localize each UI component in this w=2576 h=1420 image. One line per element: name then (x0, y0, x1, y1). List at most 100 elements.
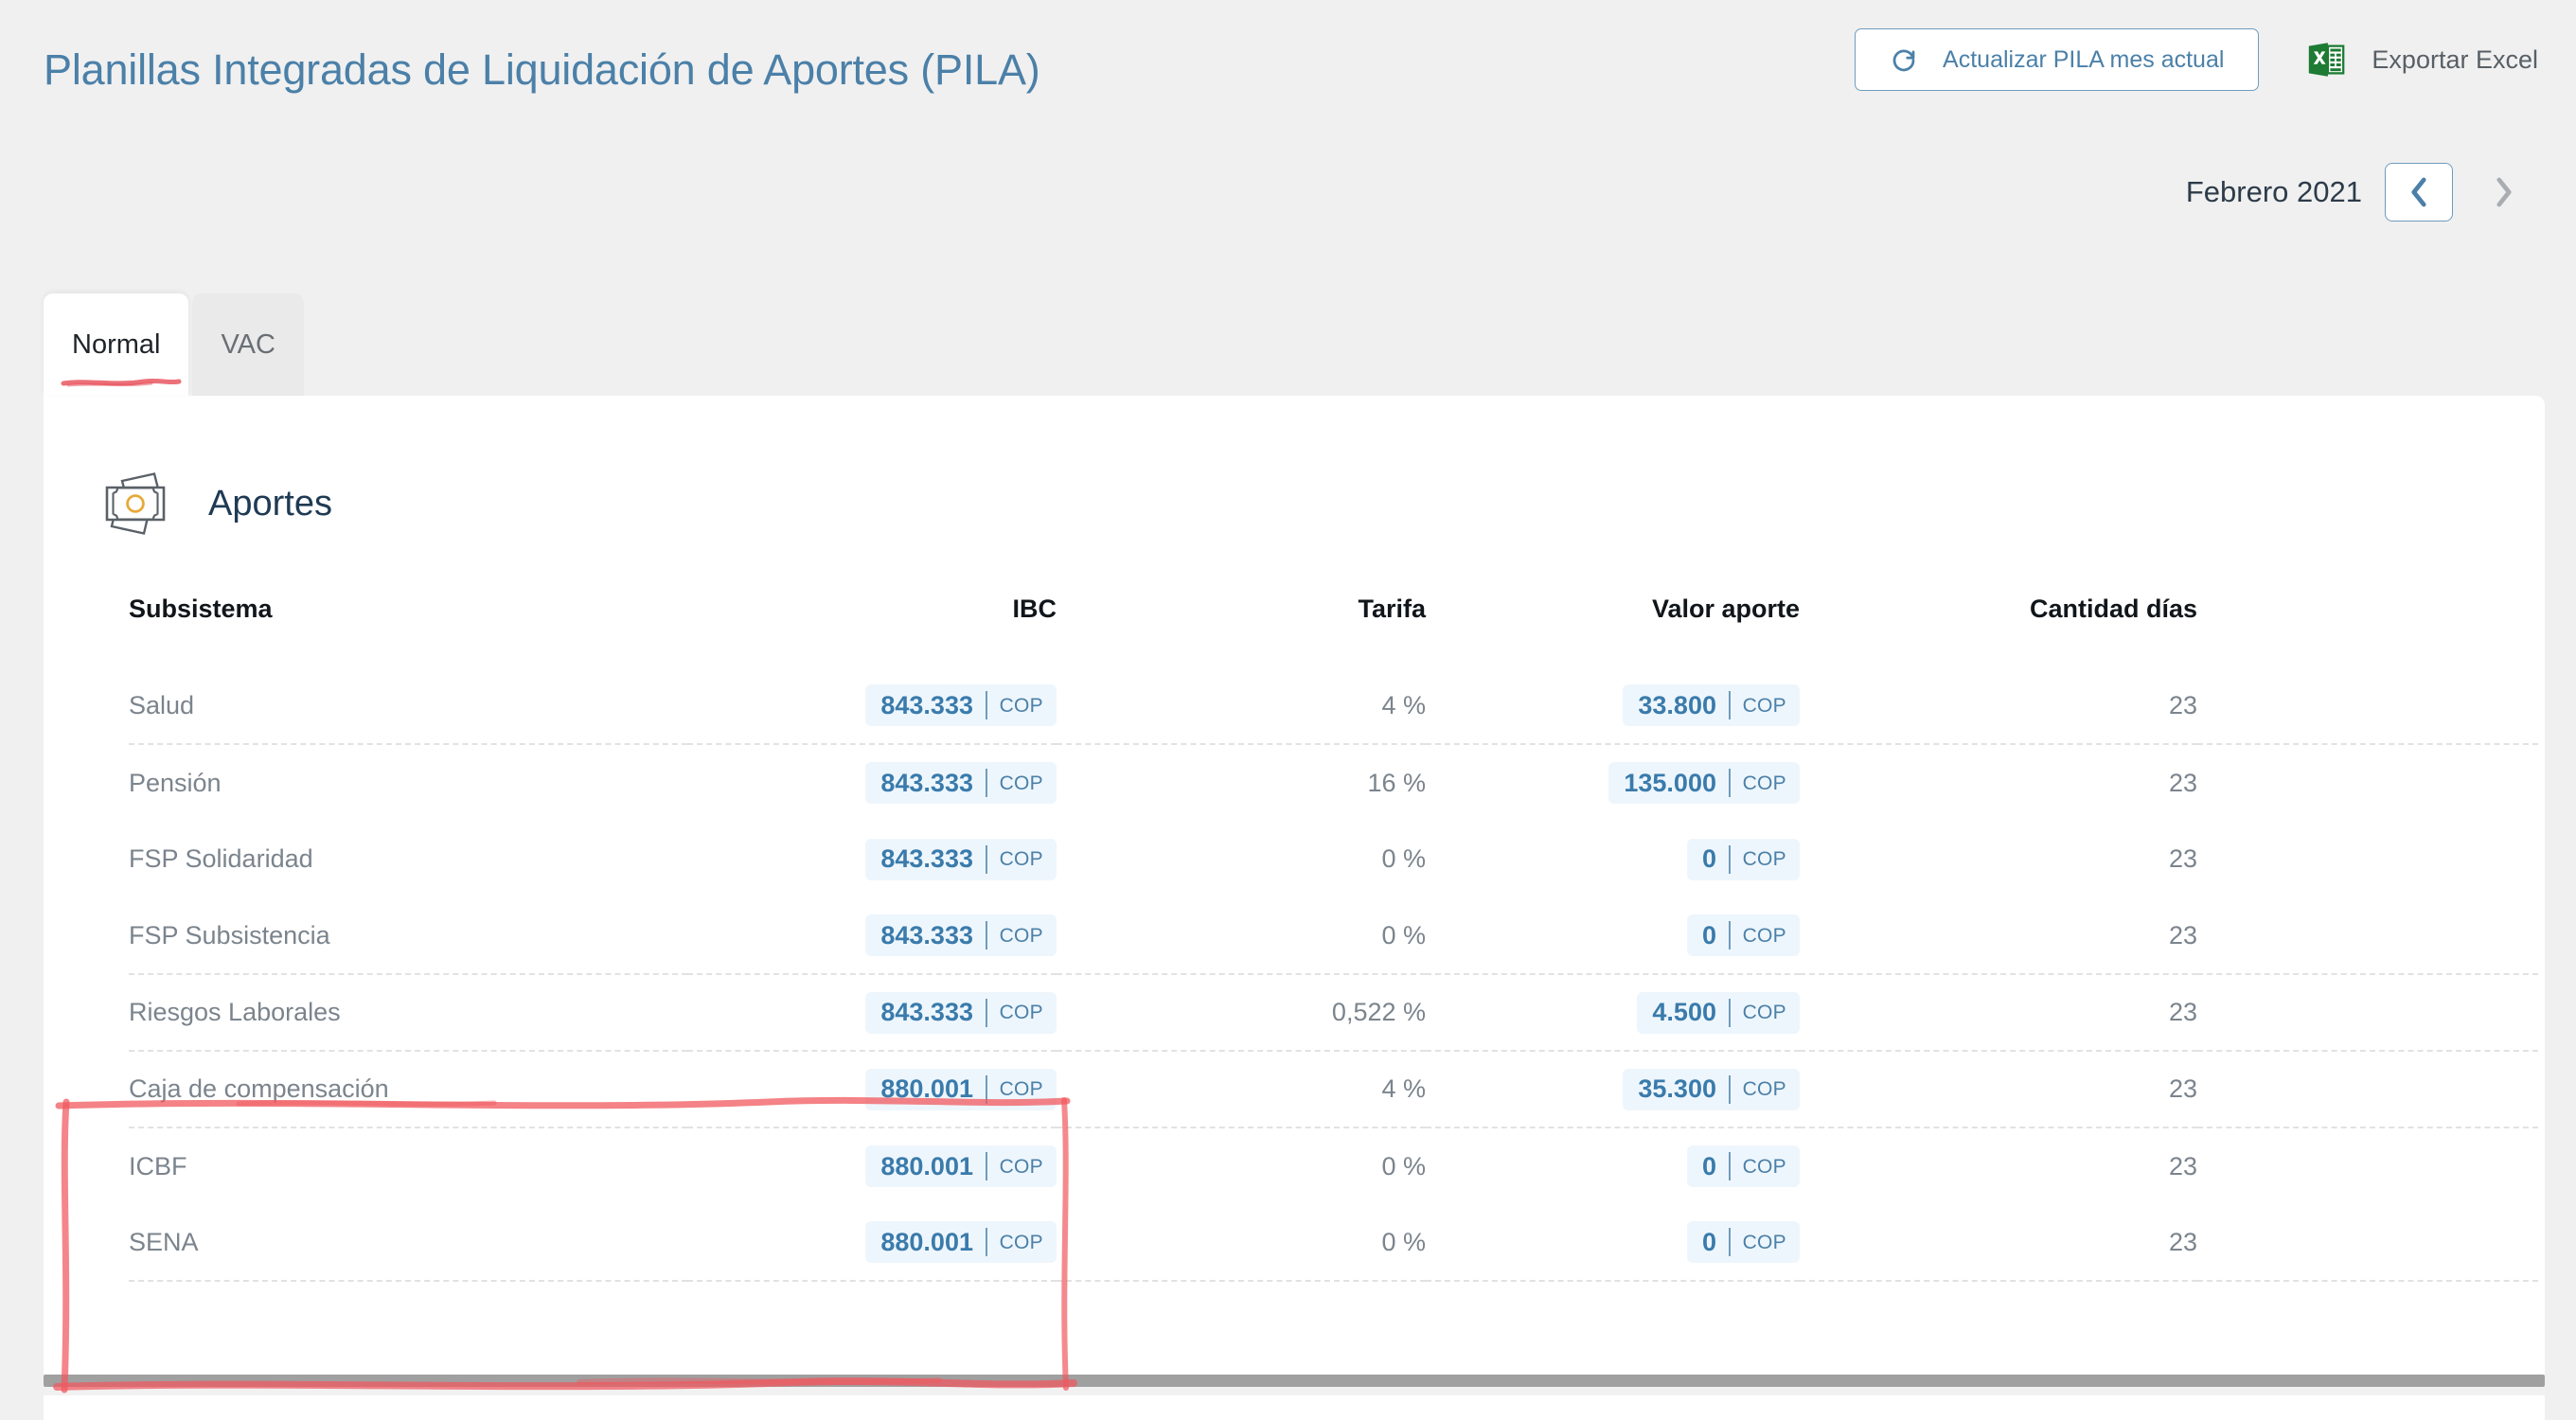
cell-ibc: 843.333 COP (687, 897, 1057, 975)
cell-ibc: 843.333 COP (687, 974, 1057, 1052)
table-body: Salud 843.333 COP 4 % 33.800 COP 23 Pensión 843.… (129, 667, 2538, 1282)
cell-cantidad-dias: 23 (1800, 897, 2197, 975)
cell-cantidad-dias: 23 (1800, 974, 2197, 1052)
badge-amount: 0 (1701, 1151, 1716, 1180)
cell-valor-aporte: 0 COP (1426, 1127, 1800, 1204)
tab-normal-label: Normal (72, 328, 161, 360)
badge-currency: COP (1742, 1002, 1786, 1023)
currency-badge: 880.001 COP (865, 1221, 1057, 1263)
badge-currency: COP (999, 772, 1043, 794)
table-row: FSP Subsistencia 843.333 COP 0 % 0 COP 23 (129, 897, 2538, 975)
badge-currency: COP (999, 1078, 1043, 1100)
badge-currency: COP (1742, 1078, 1786, 1100)
horizontal-scrollbar-thumb[interactable] (44, 1375, 2545, 1387)
horizontal-scrollbar[interactable] (44, 1375, 2545, 1395)
refresh-pila-label: Actualizar PILA mes actual (1943, 45, 2225, 73)
badge-amount: 843.333 (880, 768, 973, 797)
chevron-right-icon (2494, 176, 2514, 208)
currency-badge: 843.333 COP (865, 684, 1057, 726)
cell-subsistema: Riesgos Laborales (129, 974, 687, 1052)
month-navigation: Febrero 2021 (2186, 163, 2538, 222)
cell-ibc: 843.333 COP (687, 744, 1057, 821)
badge-currency: COP (999, 924, 1043, 947)
excel-icon (2304, 38, 2348, 81)
cell-subsistema: SENA (129, 1204, 687, 1282)
cell-tarifa: 16 % (1367, 768, 1426, 797)
table-row: Salud 843.333 COP 4 % 33.800 COP 23 (129, 667, 2538, 745)
table-row: Caja de compensación 880.001 COP 4 % 35.300 C… (129, 1051, 2538, 1128)
cell-tarifa: 0,522 % (1057, 974, 1426, 1052)
column-header-cantidad-dias: Cantidad días (2029, 595, 2197, 623)
cell-tarifa: 0 % (1381, 1151, 1426, 1180)
tab-bar: Normal VAC (44, 293, 304, 396)
cell-cantidad-dias: 23 (2168, 768, 2197, 797)
tab-normal[interactable]: Normal (44, 293, 189, 396)
tab-vac[interactable]: VAC (192, 293, 304, 396)
badge-amount: 4.500 (1652, 998, 1716, 1026)
badge-currency: COP (999, 694, 1043, 717)
tab-vac-label: VAC (221, 328, 275, 360)
currency-badge: 135.000 COP (1608, 762, 1800, 804)
cell-tarifa: 0 % (1057, 1204, 1426, 1282)
cell-tarifa: 4 % (1057, 1051, 1426, 1128)
currency-badge: 0 COP (1686, 838, 1800, 880)
previous-month-button[interactable] (2385, 163, 2453, 222)
badge-currency: COP (1742, 772, 1786, 794)
table-row: ICBF 880.001 COP 0 % 0 COP 23 (129, 1127, 2538, 1204)
badge-currency: COP (1742, 848, 1786, 870)
table-header-row: Subsistema IBC Tarifa Valor aporte Canti… (129, 595, 2538, 667)
currency-badge: 0 COP (1686, 1221, 1800, 1263)
badge-amount: 135.000 (1624, 768, 1716, 797)
aportes-table: Subsistema IBC Tarifa Valor aporte Canti… (129, 595, 2538, 1282)
refresh-pila-button[interactable]: Actualizar PILA mes actual (1855, 28, 2260, 91)
cell-cantidad-dias: 23 (2168, 844, 2197, 873)
section-title: Aportes (208, 483, 332, 524)
cell-cantidad-dias: 23 (1800, 667, 2197, 745)
currency-badge: 843.333 COP (865, 914, 1057, 956)
header-actions: Actualizar PILA mes actual Exportar Exce… (1855, 28, 2538, 91)
cell-tarifa: 4 % (1057, 667, 1426, 745)
export-excel-button[interactable]: Exportar Excel (2304, 38, 2538, 81)
badge-amount: 880.001 (880, 1227, 973, 1256)
cell-spacer (2197, 1127, 2538, 1204)
badge-amount: 0 (1701, 1227, 1716, 1256)
badge-amount: 33.800 (1638, 690, 1716, 719)
aportes-card: Aportes Subsistema IBC Tarifa Valor apor… (44, 396, 2545, 1420)
money-bill-icon (100, 471, 170, 536)
currency-badge: 0 COP (1686, 1145, 1800, 1187)
cell-valor-aporte: 135.000 COP (1426, 744, 1800, 821)
table-row: Riesgos Laborales 843.333 COP 0,522 % 4.500 C… (129, 974, 2538, 1052)
next-month-button[interactable] (2470, 163, 2538, 222)
cell-tarifa: 0 % (1057, 897, 1426, 975)
badge-amount: 843.333 (880, 690, 973, 719)
cell-valor-aporte: 0 COP (1426, 1204, 1800, 1282)
cell-subsistema: FSP Subsistencia (129, 897, 687, 975)
cell-spacer (2197, 1204, 2538, 1282)
current-month-label: Febrero 2021 (2185, 175, 2362, 208)
currency-badge: 843.333 COP (865, 762, 1057, 804)
badge-currency: COP (999, 848, 1043, 870)
currency-badge: 880.001 COP (865, 1068, 1057, 1110)
cell-ibc: 880.001 COP (687, 1127, 1057, 1204)
cell-subsistema: FSP Solidaridad (129, 844, 313, 873)
cell-ibc: 843.333 COP (687, 821, 1057, 897)
badge-amount: 0 (1701, 844, 1716, 873)
cell-tarifa: 0 % (1381, 844, 1426, 873)
cell-spacer (2197, 897, 2538, 975)
cell-subsistema: ICBF (129, 1151, 187, 1180)
currency-badge: 4.500 COP (1637, 991, 1800, 1034)
badge-currency: COP (999, 1155, 1043, 1178)
badge-amount: 880.001 (880, 1151, 973, 1180)
cell-cantidad-dias: 23 (1800, 1204, 2197, 1282)
cell-spacer (2197, 744, 2538, 821)
currency-badge: 0 COP (1686, 914, 1800, 956)
badge-amount: 843.333 (880, 998, 973, 1026)
refresh-icon (1890, 45, 1918, 74)
table-row: SENA 880.001 COP 0 % 0 COP 23 (129, 1204, 2538, 1282)
badge-amount: 843.333 (880, 844, 973, 873)
cell-ibc: 843.333 COP (687, 667, 1057, 745)
cell-spacer (2197, 974, 2538, 1052)
currency-badge: 33.800 COP (1623, 684, 1800, 726)
cell-subsistema: Caja de compensación (129, 1051, 687, 1128)
badge-amount: 35.300 (1638, 1074, 1716, 1103)
